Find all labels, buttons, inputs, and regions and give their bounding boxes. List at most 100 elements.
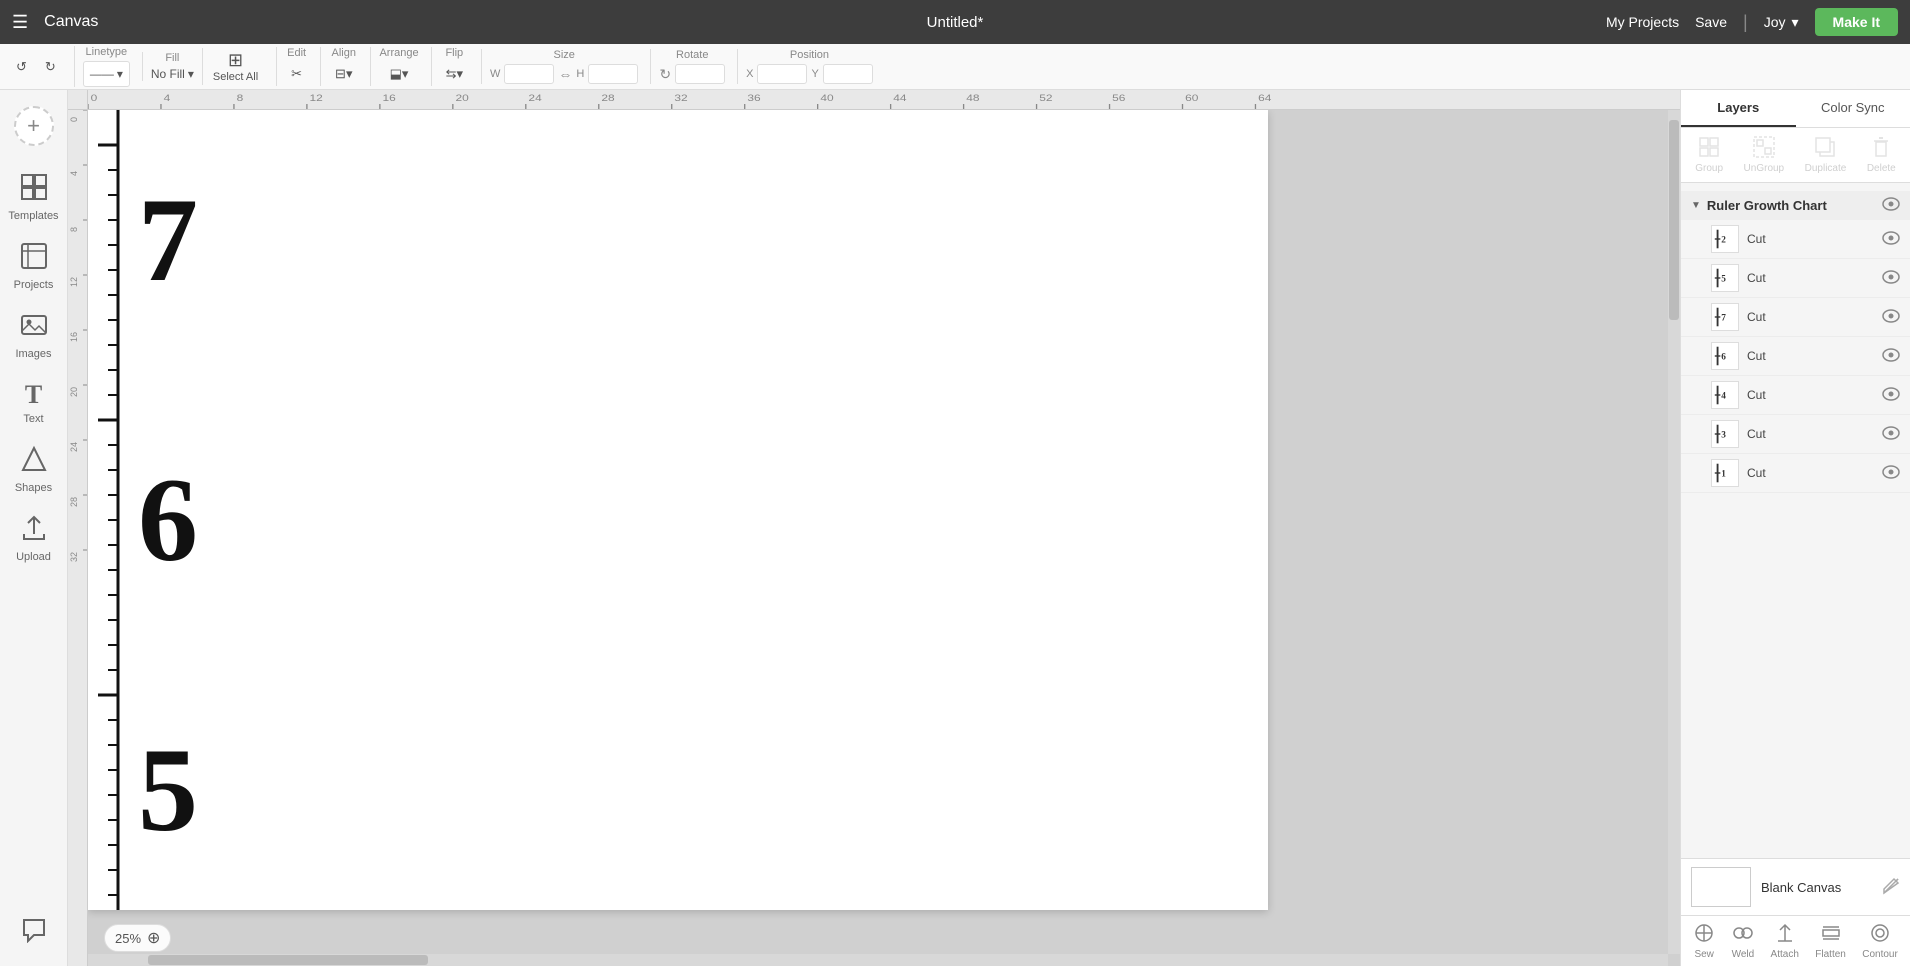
group-button[interactable]: Group <box>1695 136 1723 174</box>
canvas-scroll-area[interactable]: 7 6 5 25% ⊕ <box>88 110 1680 966</box>
zoom-plus-button[interactable]: ⊕ <box>147 928 160 948</box>
layer-thumbnail-1: 1 <box>1711 459 1739 487</box>
layer-item-2[interactable]: 2 Cut <box>1681 220 1910 259</box>
svg-text:52: 52 <box>1039 93 1052 103</box>
layer-item-4[interactable]: 4 Cut <box>1681 376 1910 415</box>
sidebar-item-projects[interactable]: Projects <box>0 234 67 299</box>
linetype-section: Linetype —— ▾ <box>74 46 130 87</box>
ruler-svg: 0 4 8 12 16 20 24 28 32 <box>88 90 1680 109</box>
linetype-value: —— <box>90 67 114 81</box>
menu-icon[interactable]: ☰ <box>12 12 28 33</box>
document-title[interactable]: Untitled* <box>927 14 984 31</box>
layer-visibility-icon-4[interactable] <box>1882 387 1900 404</box>
zoom-control: 25% ⊕ <box>104 924 171 952</box>
contour-button[interactable]: Contour <box>1862 922 1898 960</box>
flip-label: Flip <box>445 47 463 60</box>
new-icon: + <box>14 106 54 146</box>
delete-icon <box>1870 136 1892 161</box>
horizontal-ruler: 0 4 8 12 16 20 24 28 32 <box>88 90 1680 110</box>
canvas-area: 0 4 8 12 16 20 24 28 32 <box>68 90 1680 966</box>
svg-text:8: 8 <box>69 227 79 232</box>
user-name: Joy <box>1764 14 1786 30</box>
contour-icon <box>1869 922 1891 947</box>
layer-visibility-icon-7[interactable] <box>1882 309 1900 326</box>
sidebar-item-templates[interactable]: Templates <box>0 165 67 230</box>
delete-label: Delete <box>1867 163 1896 174</box>
layer-visibility-icon-6[interactable] <box>1882 348 1900 365</box>
tab-color-sync[interactable]: Color Sync <box>1796 90 1910 127</box>
height-input[interactable] <box>588 64 638 84</box>
layer-name-3: Cut <box>1747 427 1874 441</box>
layer-visibility-icon-5[interactable] <box>1882 270 1900 287</box>
align-button[interactable]: ⊟▾ <box>329 62 358 86</box>
user-menu[interactable]: Joy ▾ <box>1764 14 1799 31</box>
select-all-label[interactable]: Select All <box>213 71 258 83</box>
duplicate-button[interactable]: Duplicate <box>1805 136 1847 174</box>
x-label: X <box>746 68 753 80</box>
svg-text:0: 0 <box>91 93 98 103</box>
svg-text:60: 60 <box>1185 93 1198 103</box>
ungroup-button[interactable]: UnGroup <box>1744 136 1785 174</box>
edit-button[interactable]: ✂ <box>285 62 308 86</box>
attach-button[interactable]: Attach <box>1771 922 1799 960</box>
layer-visibility-icon-1[interactable] <box>1882 465 1900 482</box>
blank-canvas-edit-icon[interactable] <box>1882 877 1900 898</box>
horizontal-scrollbar-thumb[interactable] <box>148 955 428 965</box>
horizontal-scrollbar[interactable] <box>88 954 1668 966</box>
layers-list: ▼ Ruler Growth Chart 2 Cut 5 <box>1681 183 1910 858</box>
sidebar-shapes-label: Shapes <box>15 482 52 494</box>
layer-visibility-icon-3[interactable] <box>1882 426 1900 443</box>
ungroup-label: UnGroup <box>1744 163 1785 174</box>
layer-item-6[interactable]: 6 Cut <box>1681 337 1910 376</box>
delete-button[interactable]: Delete <box>1867 136 1896 174</box>
vruler-svg: 0 4 8 12 16 20 24 28 32 <box>68 110 88 910</box>
svg-text:28: 28 <box>601 93 614 103</box>
layer-item-7[interactable]: 7 Cut <box>1681 298 1910 337</box>
size-label: Size <box>554 49 575 62</box>
arrange-button[interactable]: ⬓▾ <box>384 62 415 86</box>
layer-item-5[interactable]: 5 Cut <box>1681 259 1910 298</box>
weld-button[interactable]: Weld <box>1732 922 1755 960</box>
sidebar-item-new[interactable]: + <box>0 98 67 161</box>
svg-text:20: 20 <box>455 93 468 103</box>
svg-text:3: 3 <box>1721 431 1726 441</box>
fill-dropdown[interactable]: No Fill ▾ <box>151 67 194 81</box>
arrange-section: Arrange ⬓▾ <box>370 47 418 86</box>
layer-item-1[interactable]: 1 Cut <box>1681 454 1910 493</box>
rotate-section: Rotate ↻ <box>650 49 725 84</box>
save-button[interactable]: Save <box>1695 14 1727 30</box>
undo-button[interactable]: ↺ <box>10 55 33 79</box>
layer-thumbnail-2: 2 <box>1711 225 1739 253</box>
sidebar-item-chat[interactable] <box>0 909 67 956</box>
my-projects-button[interactable]: My Projects <box>1606 14 1679 30</box>
fill-label: Fill <box>165 52 179 65</box>
layer-group-visibility-icon[interactable] <box>1882 197 1900 214</box>
sew-button[interactable]: Sew <box>1693 922 1715 960</box>
svg-text:6: 6 <box>138 453 198 586</box>
x-input[interactable] <box>757 64 807 84</box>
make-it-button[interactable]: Make It <box>1815 8 1898 36</box>
tab-layers[interactable]: Layers <box>1681 90 1796 127</box>
sidebar-item-text[interactable]: T Text <box>0 372 67 433</box>
panel-actions: Group UnGroup Duplicate Delete <box>1681 128 1910 183</box>
canvas-page[interactable]: 7 6 5 <box>88 110 1268 910</box>
y-input[interactable] <box>823 64 873 84</box>
layer-visibility-icon-2[interactable] <box>1882 231 1900 248</box>
flip-button[interactable]: ⇆▾ <box>440 62 469 86</box>
header: ☰ Canvas Untitled* My Projects Save | Jo… <box>0 0 1910 44</box>
linetype-dropdown[interactable]: —— ▾ <box>83 61 130 87</box>
redo-button[interactable]: ↻ <box>39 55 62 79</box>
vertical-scrollbar-thumb[interactable] <box>1669 120 1679 320</box>
sidebar-item-shapes[interactable]: Shapes <box>0 437 67 502</box>
chat-icon <box>21 917 47 948</box>
sidebar-item-upload[interactable]: Upload <box>0 506 67 571</box>
layer-item-3[interactable]: 3 Cut <box>1681 415 1910 454</box>
flatten-button[interactable]: Flatten <box>1815 922 1846 960</box>
sidebar-item-images[interactable]: Images <box>0 303 67 368</box>
rotate-input[interactable] <box>675 64 725 84</box>
width-input[interactable] <box>504 64 554 84</box>
shapes-icon <box>20 445 48 479</box>
layer-group-header[interactable]: ▼ Ruler Growth Chart <box>1681 191 1910 220</box>
position-group: Position X Y <box>746 49 873 84</box>
vertical-scrollbar[interactable] <box>1668 110 1680 954</box>
